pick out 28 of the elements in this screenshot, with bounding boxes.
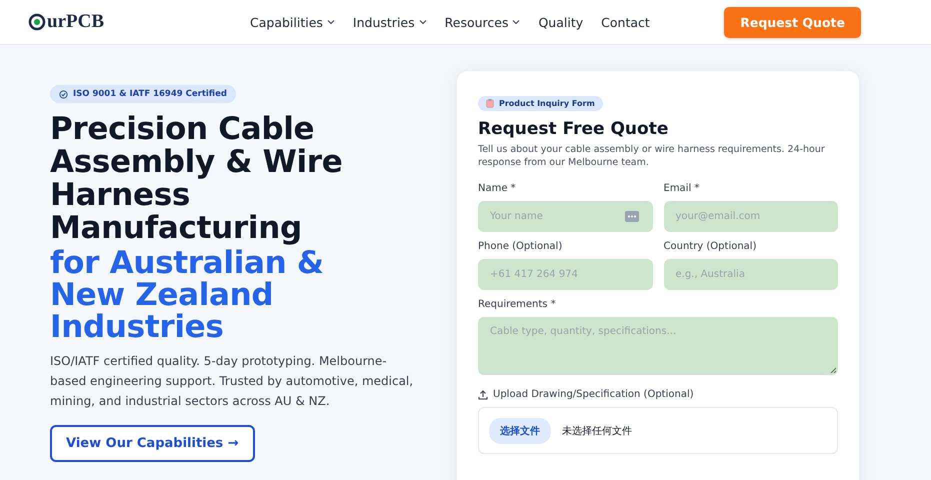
capabilities-button[interactable]: View Our Capabilities →	[50, 425, 255, 462]
choose-file-button[interactable]: 选择文件	[489, 418, 551, 444]
nav-link[interactable]: Resources	[444, 14, 520, 30]
nav-link[interactable]: Quality	[538, 14, 584, 30]
file-status: 未选择任何文件	[562, 424, 632, 438]
nav-link[interactable]: Capabilities	[250, 14, 335, 30]
field-label: Name *	[478, 183, 517, 194]
form-subtitle: Tell us about your cable assembly or wire harness requirements. 24-hour response from our Melbourne team.	[478, 143, 826, 169]
form-badge: Product Inquiry Form	[478, 96, 603, 111]
resize-grip-icon[interactable]	[830, 367, 836, 373]
logo[interactable]: urPCB	[28, 11, 250, 33]
field-label: Phone (Optional)	[478, 241, 564, 252]
file-upload-field[interactable]: 选择文件 未选择任何文件	[478, 407, 838, 454]
upload-label: Upload Drawing/Specification (Optional)	[493, 389, 694, 400]
hero-description: ISO/IATF certified quality. 5-day prototyping. Melbourne-based engineering support. Trusted by automotive, medical, mining, and industrial sectors across AU & NZ.	[50, 353, 414, 410]
field-label: Requirements *	[478, 299, 557, 310]
hero-title: Precision Cable Assembly & Wire Harness Manufacturing	[50, 113, 344, 245]
nav-link[interactable]: Industries	[352, 14, 427, 30]
chevron-down-icon	[512, 18, 520, 26]
form-title: Request Free Quote	[478, 119, 670, 139]
certification-badge: ISO 9001 & IATF 16949 Certified	[50, 85, 236, 103]
field-label: Country (Optional)	[664, 241, 758, 252]
upload-icon	[478, 390, 488, 400]
chevron-down-icon	[418, 18, 427, 26]
field-label: Email *	[664, 183, 700, 194]
hero-subtitle: for Australian & New Zealand Industries	[50, 247, 325, 343]
chevron-down-icon	[326, 18, 335, 26]
nav-link[interactable]: Contact	[601, 14, 650, 30]
